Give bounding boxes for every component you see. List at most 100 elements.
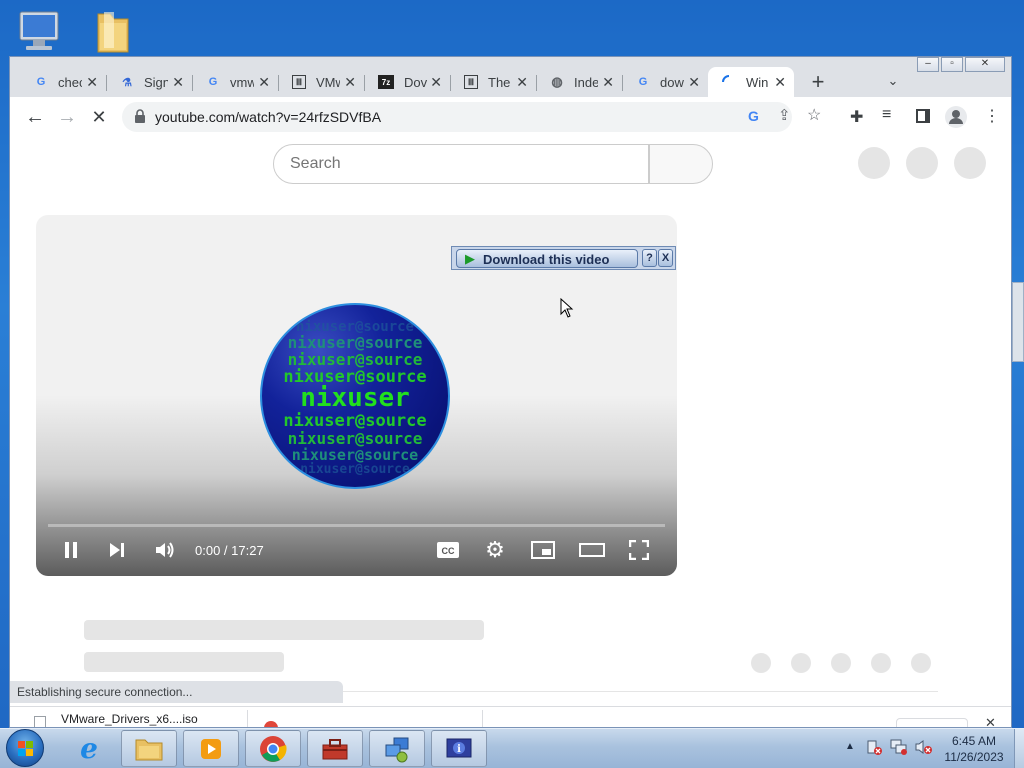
forward-arrow-icon[interactable]: →	[56, 106, 78, 128]
close-tab-icon[interactable]: ✕	[774, 74, 786, 91]
download-item-name[interactable]: VMware_Drivers_x6....iso	[61, 712, 198, 726]
action-center-icon[interactable]	[866, 739, 882, 755]
stop-loading-icon[interactable]: ✕	[88, 106, 110, 128]
search-input[interactable]: Search	[273, 144, 649, 184]
museum-icon: Ⅲ	[292, 75, 306, 89]
fullscreen-icon[interactable]	[628, 539, 650, 561]
volume-muted-tray-icon[interactable]	[915, 739, 933, 755]
google-icon: G	[36, 76, 46, 88]
tab-4[interactable]: 7z Dov ✕	[364, 67, 450, 97]
google-icon: G	[638, 76, 648, 88]
media-player-icon[interactable]	[183, 730, 239, 767]
volume-icon[interactable]	[152, 539, 178, 561]
status-text: Establishing secure connection...	[17, 685, 193, 699]
globe-icon: ◍	[551, 74, 563, 89]
action-placeholder	[831, 653, 851, 673]
clock-date: 11/26/2023	[944, 750, 1004, 764]
logo-main-text: nixuser	[300, 383, 410, 413]
new-tab-button[interactable]: +	[806, 69, 830, 95]
tab-0[interactable]: G chec ✕	[20, 67, 106, 97]
tab-1[interactable]: ⚗ Sign ✕	[106, 67, 192, 97]
close-tab-icon[interactable]: ✕	[86, 74, 98, 91]
tab-6[interactable]: ◍ Inde ✕	[536, 67, 622, 97]
title-placeholder	[84, 620, 484, 640]
miniplayer-icon[interactable]	[530, 540, 556, 560]
tab-5[interactable]: Ⅲ The ✕	[450, 67, 536, 97]
back-arrow-icon[interactable]: ←	[24, 106, 46, 128]
close-tab-icon[interactable]: ✕	[258, 74, 270, 91]
time-display: 0:00 / 17:27	[195, 543, 264, 558]
settings-gear-icon[interactable]: ⚙	[484, 537, 506, 562]
search-placeholder: Search	[290, 155, 341, 172]
captions-icon[interactable]: CC	[436, 540, 460, 560]
browser-toolbar: ← → ✕ youtube.com/watch?v=24rfzSDVfBA G …	[10, 97, 1011, 137]
search-button[interactable]	[649, 144, 713, 184]
close-tab-icon[interactable]: ✕	[172, 74, 184, 91]
tab-label: Inde	[574, 74, 598, 90]
computer-desktop-icon[interactable]	[14, 8, 64, 54]
google-lens-icon[interactable]: G	[748, 108, 759, 124]
tab-search-icon[interactable]: ⌄	[884, 73, 902, 91]
close-overlay-button[interactable]: X	[658, 249, 673, 267]
url-text[interactable]: youtube.com/watch?v=24rfzSDVfBA	[155, 109, 381, 125]
shelf-separator	[247, 710, 248, 727]
help-button[interactable]: ?	[642, 249, 657, 267]
tray-clock[interactable]: 6:45 AM 11/26/2023	[938, 733, 1010, 765]
next-button[interactable]	[106, 539, 128, 561]
tab-strip: G chec ✕ ⚗ Sign ✕ G vmw ✕ Ⅲ VMw ✕ 7z Dov…	[10, 67, 1011, 97]
action-placeholder	[751, 653, 771, 673]
browser-window: – ▫ ✕ G chec ✕ ⚗ Sign ✕ G vmw ✕ Ⅲ VMw ✕ …	[9, 56, 1012, 728]
progress-bar[interactable]	[48, 524, 665, 527]
close-tab-icon[interactable]: ✕	[516, 74, 528, 91]
tab-7[interactable]: G dow ✕	[622, 67, 708, 97]
google-icon: G	[208, 76, 218, 88]
video-player[interactable]: ▶ Download this video ? X nixuser@source…	[36, 215, 677, 576]
page-content: Search ▶ Download this video ? X nixuser…	[10, 137, 1011, 727]
start-button[interactable]	[6, 729, 44, 767]
file-explorer-icon[interactable]	[121, 730, 177, 767]
tab-8[interactable]: Win ✕	[708, 67, 794, 97]
status-bubble: Establishing secure connection...	[10, 681, 343, 703]
museum-icon: Ⅲ	[464, 75, 478, 89]
profile-avatar-icon[interactable]	[945, 106, 967, 128]
tab-label: Dov	[404, 74, 428, 90]
close-tab-icon[interactable]: ✕	[344, 74, 356, 91]
bookmark-star-icon[interactable]: ☆	[807, 105, 821, 125]
file-icon	[34, 716, 46, 727]
internet-explorer-icon[interactable]: e	[64, 730, 114, 767]
system-info-icon[interactable]: i	[431, 730, 487, 767]
folder-desktop-icon[interactable]	[92, 6, 134, 56]
chrome-icon[interactable]	[245, 730, 301, 767]
extensions-icon[interactable]: ✚	[850, 107, 863, 127]
theater-mode-icon[interactable]	[578, 540, 606, 560]
show-all-button[interactable]	[896, 718, 968, 727]
download-shelf: VMware_Drivers_x6....iso ✕	[10, 706, 1011, 727]
address-bar[interactable]: youtube.com/watch?v=24rfzSDVfBA G ⇪ ☆	[122, 102, 821, 132]
close-shelf-icon[interactable]: ✕	[985, 715, 996, 727]
tab-label: dow	[660, 74, 684, 90]
pause-button[interactable]	[60, 539, 82, 561]
play-triangle-icon: ▶	[465, 251, 475, 266]
share-icon[interactable]: ⇪	[778, 106, 791, 124]
media-queue-icon[interactable]: ≡	[882, 106, 891, 124]
shelf-separator	[482, 710, 483, 727]
network-computer-icon[interactable]	[369, 730, 425, 767]
side-panel-icon[interactable]	[916, 109, 930, 123]
show-desktop-button[interactable]	[1014, 729, 1024, 768]
tab-3[interactable]: Ⅲ VMw ✕	[278, 67, 364, 97]
menu-kebab-icon[interactable]: ⋮	[984, 106, 1000, 126]
tab-2[interactable]: G vmw ✕	[192, 67, 278, 97]
header-placeholder-circle	[858, 147, 890, 179]
toolbox-icon[interactable]	[307, 730, 363, 767]
taskbar: e i ▲ 6:45 AM 11/26/2023	[0, 728, 1024, 768]
close-tab-icon[interactable]: ✕	[602, 74, 614, 91]
close-tab-icon[interactable]: ✕	[688, 74, 700, 91]
background-window-edge	[1012, 282, 1024, 362]
network-tray-icon[interactable]	[890, 739, 908, 755]
close-tab-icon[interactable]: ✕	[430, 74, 442, 91]
clock-time: 6:45 AM	[951, 734, 997, 748]
show-hidden-icons-icon[interactable]: ▲	[845, 741, 855, 752]
lock-icon[interactable]	[134, 109, 146, 123]
action-placeholder	[911, 653, 931, 673]
download-this-video-button[interactable]: ▶ Download this video	[456, 249, 638, 268]
